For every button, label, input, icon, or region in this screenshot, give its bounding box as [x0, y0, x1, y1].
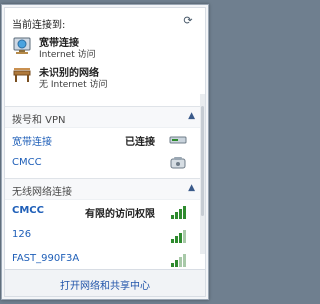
dialup-status: 已连接	[125, 137, 155, 148]
open-network-sharing-center-link[interactable]: 打开网络和共享中心	[5, 277, 205, 292]
connected-network-unidentified[interactable]: 未识别的网络 无 Internet 访问	[5, 62, 205, 90]
globe-network-icon	[13, 37, 31, 54]
connected-network-broadband[interactable]: 宽带连接 Internet 访问	[5, 32, 205, 60]
phone-modem-icon	[170, 157, 186, 169]
network-status: Internet 访问	[39, 50, 96, 60]
section-label: 拨号和 VPN	[12, 115, 66, 126]
chevron-up-icon[interactable]: ▲	[188, 183, 195, 193]
wifi-item-cmcc[interactable]: CMCC 有限的访问权限	[5, 200, 205, 222]
network-panel: 当前连接到: ⟳ 宽带连接 Internet 访问 未识别的网络 无 Inter…	[4, 7, 206, 297]
wifi-name: CMCC	[12, 205, 44, 216]
bench-network-icon	[13, 68, 31, 82]
connected-title: 当前连接到:	[12, 20, 66, 31]
signal-icon	[171, 203, 187, 219]
signal-icon	[171, 251, 187, 267]
wifi-item-126[interactable]: 126	[5, 224, 205, 246]
connected-section: 当前连接到: ⟳ 宽带连接 Internet 访问 未识别的网络 无 Inter…	[5, 8, 205, 92]
wifi-name: FAST_990F3A	[12, 253, 80, 264]
signal-icon	[171, 227, 187, 243]
dialup-name: 宽带连接	[12, 137, 52, 148]
dialup-item-broadband[interactable]: 宽带连接 已连接	[5, 128, 205, 150]
dialup-item-cmcc[interactable]: CMCC	[5, 152, 205, 174]
section-label: 无线网络连接	[12, 187, 72, 198]
wifi-name: 126	[12, 229, 32, 240]
network-flyout: 当前连接到: ⟳ 宽带连接 Internet 访问 未识别的网络 无 Inter…	[1, 4, 209, 300]
scrollbar[interactable]	[200, 94, 205, 254]
scrollbar-thumb[interactable]	[201, 106, 204, 216]
wifi-item-fast[interactable]: FAST_990F3A	[5, 248, 205, 270]
wifi-status: 有限的访问权限	[85, 209, 155, 220]
modem-icon	[169, 136, 187, 144]
dialup-vpn-header[interactable]: 拨号和 VPN ▲	[5, 106, 205, 128]
network-status: 无 Internet 访问	[39, 80, 108, 90]
footer: 打开网络和共享中心	[5, 269, 205, 296]
wireless-header[interactable]: 无线网络连接 ▲	[5, 178, 205, 200]
dialup-name: CMCC	[12, 157, 42, 168]
chevron-up-icon[interactable]: ▲	[188, 111, 195, 121]
refresh-icon[interactable]: ⟳	[181, 14, 195, 28]
